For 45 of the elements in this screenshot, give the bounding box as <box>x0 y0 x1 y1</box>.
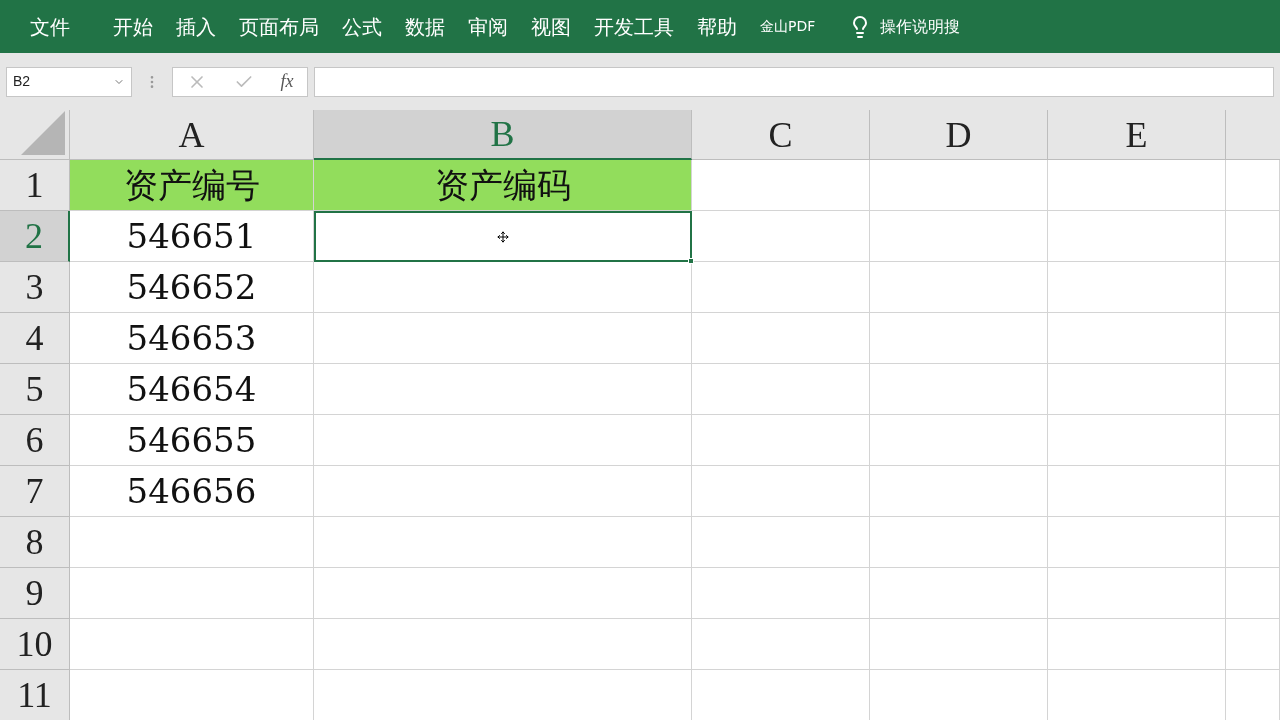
formula-input-field[interactable] <box>314 66 1274 97</box>
row-header[interactable]: 10 <box>0 619 70 670</box>
table-cell: 546656 <box>70 466 314 517</box>
row-header[interactable]: 5 <box>0 364 70 415</box>
ribbon-tab[interactable]: 数据 <box>405 11 445 42</box>
ribbon-tab[interactable]: 帮助 <box>697 11 737 42</box>
insert-function-button[interactable]: fx <box>280 68 294 95</box>
corner-triangle-icon <box>21 111 65 155</box>
table-cell: 546655 <box>70 415 314 466</box>
table-cell: 546652 <box>70 262 314 313</box>
ribbon-tab[interactable]: 金山PDF <box>760 16 816 37</box>
row-header[interactable]: 9 <box>0 568 70 619</box>
ribbon-tab[interactable]: 页面布局 <box>239 11 319 42</box>
column-header[interactable]: E <box>1048 110 1226 160</box>
ribbon-tab[interactable]: 公式 <box>342 11 382 42</box>
column-header[interactable]: A <box>70 110 314 160</box>
table-cell: 资产编号 <box>70 160 314 211</box>
column-header[interactable]: C <box>692 110 870 160</box>
column-header[interactable]: B <box>314 110 692 160</box>
table-cell: 546654 <box>70 364 314 415</box>
table-cell: 资产编码 <box>314 160 692 211</box>
table-cell: 546653 <box>70 313 314 364</box>
row-header[interactable]: 1 <box>0 160 70 211</box>
name-box[interactable]: B2 <box>6 66 132 97</box>
select-all-corner[interactable] <box>0 110 70 160</box>
ribbon-tab[interactable]: 文件 <box>30 11 70 42</box>
column-header[interactable]: D <box>870 110 1048 160</box>
fill-handle[interactable] <box>688 258 694 264</box>
ribbon-tab[interactable]: 开发工具 <box>594 11 674 42</box>
table-cell: 546651 <box>70 211 314 262</box>
crosshair-cursor-icon <box>497 230 509 243</box>
row-header[interactable]: 8 <box>0 517 70 568</box>
selected-cell[interactable] <box>314 211 692 262</box>
tell-me-search[interactable]: 操作说明搜 <box>880 14 961 39</box>
row-header[interactable]: 2 <box>0 211 70 262</box>
ribbon-tab[interactable]: 视图 <box>531 11 571 42</box>
ribbon-tab[interactable]: 开始 <box>113 11 153 42</box>
column-header[interactable] <box>1226 110 1280 160</box>
ribbon-tab[interactable]: 插入 <box>176 11 216 42</box>
row-header[interactable]: 6 <box>0 415 70 466</box>
row-header[interactable]: 11 <box>0 670 70 720</box>
row-header[interactable]: 7 <box>0 466 70 517</box>
row-header[interactable]: 3 <box>0 262 70 313</box>
ribbon-tab[interactable]: 审阅 <box>468 11 508 42</box>
row-header[interactable]: 4 <box>0 313 70 364</box>
